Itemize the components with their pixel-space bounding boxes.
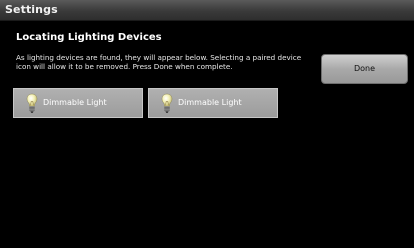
instructions-text: As lighting devices are found, they will… <box>16 53 302 71</box>
device-label: Dimmable Light <box>43 98 107 107</box>
lightbulb-icon <box>161 93 173 113</box>
page-heading: Locating Lighting Devices <box>16 32 162 43</box>
lightbulb-icon <box>26 93 38 113</box>
device-tile-dimmable-light-2[interactable]: Dimmable Light <box>148 88 278 118</box>
device-tile-dimmable-light-1[interactable]: Dimmable Light <box>13 88 143 118</box>
title-bar: Settings <box>0 0 414 21</box>
device-label: Dimmable Light <box>178 98 242 107</box>
done-button[interactable]: Done <box>321 54 408 84</box>
window-title: Settings <box>5 3 58 16</box>
